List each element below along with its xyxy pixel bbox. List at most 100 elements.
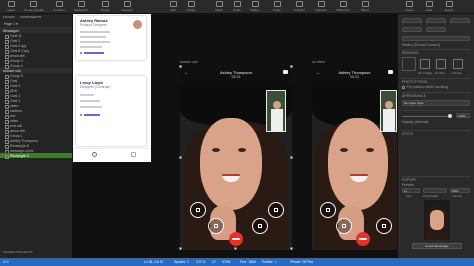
- toolbar-button-subtract[interactable]: Subtract: [290, 1, 308, 13]
- pin-to-edge-icon[interactable]: [420, 59, 430, 69]
- artboard-label-answer-call: answer call: [180, 60, 198, 64]
- opacity-slider-thumb[interactable]: [448, 114, 452, 118]
- status-line-ending[interactable]: LF: [212, 260, 216, 264]
- tab-layers[interactable]: LAYERS: [3, 15, 15, 19]
- on-video-artboard[interactable]: ← Ashley Thompson 05:23: [312, 66, 397, 250]
- status-cursor-position[interactable]: Ln 38, Col 67: [144, 260, 164, 264]
- call-header: ← Ashley Thompson 05:23: [312, 66, 397, 86]
- eye-shape: [340, 148, 348, 152]
- contact-card[interactable]: Leroy Lloyd Designer (Contract): [76, 76, 146, 146]
- status-left[interactable]: ⊙ 0: [3, 260, 9, 264]
- status-language[interactable]: HTML: [222, 260, 231, 264]
- arrow-left-icon[interactable]: ←: [316, 70, 321, 76]
- flip-camera-button[interactable]: [190, 202, 206, 218]
- layer-style-value: No Layer Style: [404, 101, 424, 105]
- detail-line: [84, 52, 104, 54]
- width-field[interactable]: [402, 27, 422, 32]
- self-view-thumbnail[interactable]: [266, 90, 286, 132]
- divider: [402, 176, 471, 177]
- position-x-field[interactable]: [402, 18, 422, 23]
- layer-style-select[interactable]: No Layer Style: [402, 100, 470, 106]
- flip-camera-button[interactable]: [320, 202, 336, 218]
- tab-components[interactable]: COMPONENTS: [20, 15, 42, 19]
- height-field[interactable]: [426, 27, 446, 32]
- end-call-button[interactable]: [229, 232, 243, 246]
- toolbar-button-edit[interactable]: Edit: [164, 1, 182, 13]
- selection-handle[interactable]: [290, 156, 293, 159]
- toolbar-button-difference[interactable]: Difference: [334, 1, 352, 13]
- video-button[interactable]: [268, 202, 284, 218]
- flip-camera-icon: [196, 208, 200, 212]
- toolbar-button-rotate[interactable]: Rotate: [182, 1, 200, 13]
- layer-row[interactable]: Group 4: [0, 63, 72, 69]
- message-circle-icon[interactable]: [283, 70, 288, 74]
- phone-icon[interactable]: [131, 152, 136, 157]
- selection-handle[interactable]: [290, 65, 293, 68]
- toolbar-button-backward[interactable]: Backward: [72, 1, 90, 13]
- opacity-field[interactable]: 100%: [456, 113, 470, 118]
- toolbar-button-ungroup[interactable]: Ungroup: [118, 1, 136, 13]
- selection-handle[interactable]: [179, 247, 182, 250]
- mic-button[interactable]: [252, 218, 268, 234]
- face-shape: [200, 118, 262, 210]
- export-size-label: Size: [406, 194, 412, 198]
- toolbar-button-scale[interactable]: Scale: [228, 1, 246, 13]
- toolbar-button-flatten[interactable]: Flatten: [246, 1, 264, 13]
- selection-handle[interactable]: [290, 247, 293, 250]
- call-time: 05:23: [350, 75, 359, 79]
- page-select[interactable]: Page 1 ▾: [0, 20, 72, 28]
- preview-icon[interactable]: [453, 59, 463, 69]
- toolbar-button-cloud[interactable]: Cloud: [400, 1, 418, 13]
- rotation-field[interactable]: [450, 18, 470, 23]
- stickers-button[interactable]: [336, 218, 352, 234]
- toolbar-button-union[interactable]: Union: [268, 1, 286, 13]
- toolbar-button-view[interactable]: View: [420, 1, 438, 13]
- toolbar-button-forward[interactable]: Forward: [50, 1, 68, 13]
- status-prettier[interactable]: Prettier: ✓: [262, 260, 277, 264]
- resizing-widget[interactable]: [402, 57, 416, 71]
- mic-button[interactable]: [376, 218, 392, 234]
- toolbar-button-insert[interactable]: Insert: [2, 1, 20, 13]
- toolbar-button-mirror[interactable]: Mirror: [356, 1, 374, 13]
- toolbar-button-intersect[interactable]: Intersect: [312, 1, 330, 13]
- contacts-artboard[interactable]: Ashley Ramos Product Designer Leroy Lloy…: [73, 14, 151, 162]
- status-live-server[interactable]: Port : 5500: [240, 260, 256, 264]
- layer-row[interactable]: Rectangle 4: [0, 153, 72, 159]
- export-format-field[interactable]: PNG: [450, 188, 470, 193]
- contacts-icon[interactable]: [92, 152, 97, 157]
- radius-field[interactable]: [402, 36, 470, 41]
- export-format-label: Format: [453, 194, 462, 198]
- contact-card[interactable]: Ashley Ramos Product Designer: [76, 16, 146, 60]
- fix-position-checkbox[interactable]: [402, 86, 405, 89]
- export-button[interactable]: Export Rectangle: [412, 243, 462, 249]
- toolbar-button-group[interactable]: Group: [96, 1, 114, 13]
- toolbar-button-export[interactable]: Export: [440, 1, 458, 13]
- position-y-field[interactable]: [426, 18, 446, 23]
- self-view-thumbnail[interactable]: [380, 90, 397, 132]
- export-size-field[interactable]: 1x: [402, 188, 420, 193]
- toolbar-button-label: Create Symbol: [24, 8, 44, 12]
- toolbar-button-label: Cloud: [405, 8, 413, 12]
- selection-handle[interactable]: [234, 247, 237, 250]
- toolbar-button-create-symbol[interactable]: Create Symbol: [24, 1, 44, 13]
- status-device[interactable]: iPhone 7/8 Plus: [290, 260, 313, 264]
- answer-call-artboard[interactable]: ← Ashley Thompson 05:23: [180, 66, 292, 250]
- self-view-body: [383, 109, 395, 131]
- end-call-button[interactable]: [356, 232, 370, 246]
- mask-icon: [215, 1, 223, 7]
- status-indentation[interactable]: Spaces: 2: [174, 260, 189, 264]
- detail-line: [80, 36, 106, 38]
- status-encoding[interactable]: UTF-8: [196, 260, 205, 264]
- status-bar: ⊙ 0 Ln 38, Col 67 Spaces: 2 UTF-8 LF HTM…: [0, 258, 474, 266]
- arrow-left-icon[interactable]: ←: [184, 70, 189, 76]
- selection-handle[interactable]: [179, 156, 182, 159]
- fix-size-icon[interactable]: [436, 59, 446, 69]
- selection-handle[interactable]: [179, 65, 182, 68]
- export-suffix-field[interactable]: [423, 188, 447, 193]
- divider: [402, 92, 471, 93]
- sticker-icon: [342, 224, 346, 228]
- message-circle-icon[interactable]: [388, 70, 393, 74]
- toolbar-button-mask[interactable]: Mask: [210, 1, 228, 13]
- opacity-slider-track[interactable]: [402, 116, 450, 117]
- stickers-button[interactable]: [208, 218, 224, 234]
